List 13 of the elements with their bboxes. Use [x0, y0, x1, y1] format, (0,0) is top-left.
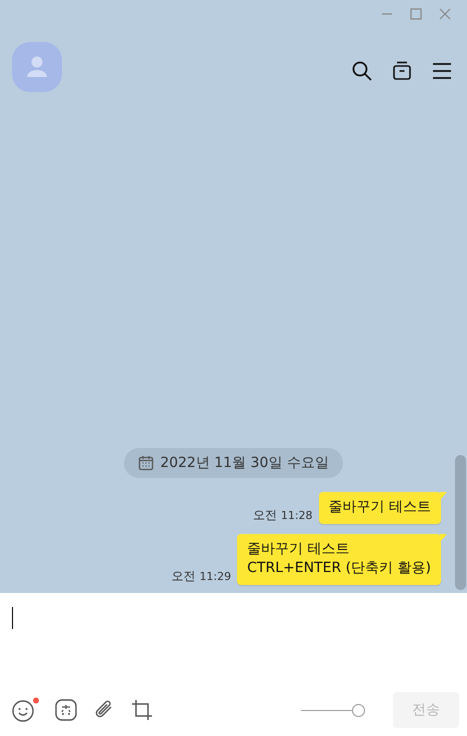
- search-icon[interactable]: [351, 60, 373, 82]
- bubble-tail: [440, 492, 447, 500]
- message-time: 오전 11:29: [172, 568, 232, 585]
- scrollbar-thumb[interactable]: [455, 455, 466, 590]
- sticker-icon[interactable]: [54, 698, 78, 722]
- emoticon-icon[interactable]: [12, 697, 40, 723]
- message-time: 오전 11:28: [253, 506, 313, 524]
- menu-icon[interactable]: [431, 60, 453, 82]
- drawer-icon[interactable]: [391, 60, 413, 82]
- calendar-icon: [138, 455, 154, 472]
- date-text: 2022년 11월 30일 수요일: [160, 454, 329, 472]
- crop-icon[interactable]: [130, 698, 154, 722]
- bubble-tail: [440, 534, 447, 542]
